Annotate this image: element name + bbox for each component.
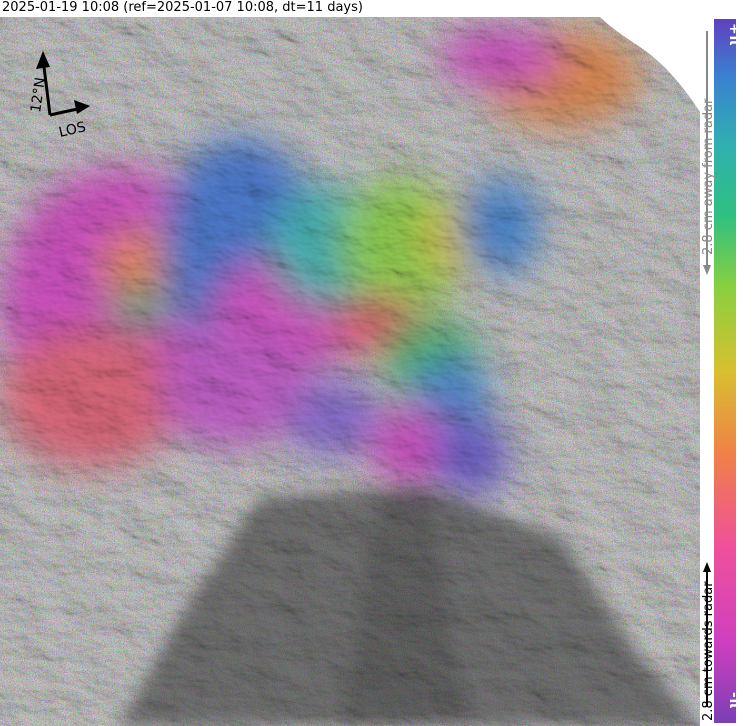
- colorbar-top-label: +π: [726, 23, 742, 46]
- phase-colorbar: +π -π 2.8 cm away from radar 2.8 cm towa…: [701, 19, 742, 723]
- colorbar-towards-label: 2.8 cm towards radar: [701, 581, 716, 721]
- image-title: 2025-01-19 10:08 (ref=2025-01-07 10:08, …: [2, 0, 363, 15]
- colorbar-bottom-label: -π: [726, 692, 742, 709]
- hillshade-relief: [0, 17, 700, 726]
- colorbar-gradient: [714, 19, 736, 723]
- interferogram-map: 12°N LOS: [0, 17, 700, 726]
- colorbar-away-label: 2.8 cm away from radar: [701, 98, 716, 255]
- away-arrow-head: [703, 265, 711, 275]
- towards-arrow-head: [703, 562, 711, 572]
